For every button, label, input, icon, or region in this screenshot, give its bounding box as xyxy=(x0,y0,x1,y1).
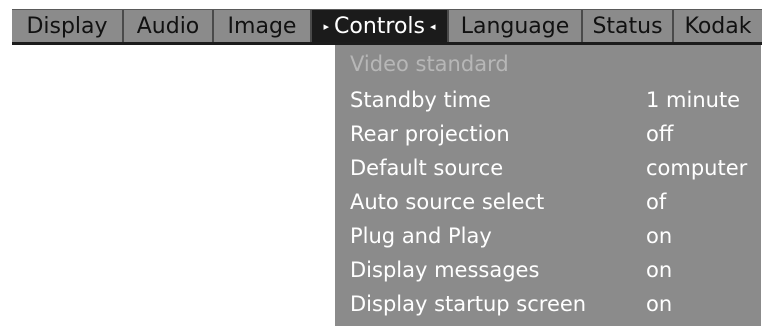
menu-item-value: on xyxy=(646,224,673,248)
tab-audio[interactable]: Audio xyxy=(124,10,214,42)
menu-item-label: Auto source select xyxy=(350,190,545,214)
menu-item-label: Plug and Play xyxy=(350,224,492,248)
selection-right-arrow-icon: ◂ xyxy=(430,19,436,33)
menu-item-value: computer xyxy=(646,156,748,180)
tab-language[interactable]: Language xyxy=(449,10,583,42)
selection-left-arrow-icon: ▸ xyxy=(323,19,329,33)
menu-item-value: of xyxy=(646,190,667,214)
menu-item-label: Rear projection xyxy=(350,122,510,146)
menu-item-value: on xyxy=(646,258,673,282)
tab-controls[interactable]: ▸ Controls ◂ xyxy=(312,10,449,42)
tab-label: Image xyxy=(227,13,297,39)
menu-item-auto-source-select[interactable]: Auto source select of xyxy=(335,186,761,220)
menu-item-label: Video standard xyxy=(350,52,509,76)
menu-item-rear-projection[interactable]: Rear projection off xyxy=(335,118,761,152)
menu-item-display-messages[interactable]: Display messages on xyxy=(335,254,761,288)
menu-item-video-standard: Video standard xyxy=(335,48,761,82)
menu-item-display-startup-screen[interactable]: Display startup screen on xyxy=(335,288,761,322)
menu-item-value: off xyxy=(646,122,674,146)
menu-item-value: 1 minute xyxy=(646,88,741,112)
menu-item-standby-time[interactable]: Standby time 1 minute xyxy=(335,84,761,118)
menu-item-default-source[interactable]: Default source computer xyxy=(335,152,761,186)
tab-label: Controls xyxy=(334,13,425,39)
tab-display[interactable]: Display xyxy=(12,10,124,42)
tab-label: Audio xyxy=(136,13,200,39)
tab-kodak[interactable]: Kodak xyxy=(674,10,762,42)
tab-label: Display xyxy=(26,13,108,39)
menu-item-label: Standby time xyxy=(350,88,491,112)
tab-label: Language xyxy=(460,13,570,39)
tab-image[interactable]: Image xyxy=(214,10,312,42)
menu-item-label: Display messages xyxy=(350,258,540,282)
menu-item-value: on xyxy=(646,292,673,316)
tab-label: Kodak xyxy=(684,13,752,39)
tab-label: Status xyxy=(592,13,663,39)
tab-status[interactable]: Status xyxy=(583,10,674,42)
menu-item-label: Display startup screen xyxy=(350,292,587,316)
controls-dropdown-menu: Video standard Standby time 1 minute Rea… xyxy=(335,45,761,326)
menu-item-plug-and-play[interactable]: Plug and Play on xyxy=(335,220,761,254)
menu-bar: Display Audio Image ▸ Controls ◂ Languag… xyxy=(12,9,762,45)
menu-item-label: Default source xyxy=(350,156,504,180)
